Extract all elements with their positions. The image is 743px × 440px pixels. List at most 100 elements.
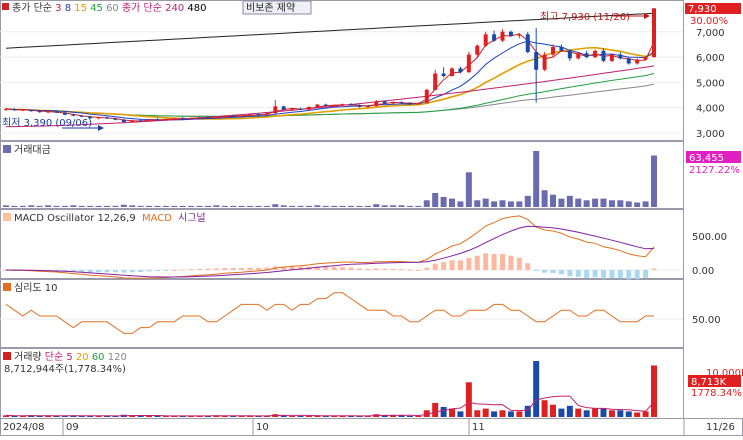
candle-body bbox=[62, 112, 67, 115]
macd-osc-bar bbox=[239, 267, 245, 270]
candle-body bbox=[609, 54, 614, 61]
macd-osc-bar bbox=[533, 270, 539, 271]
candle-body bbox=[113, 118, 118, 120]
macd-osc-bar bbox=[601, 270, 607, 279]
candle-body bbox=[601, 50, 606, 61]
amount-bar bbox=[45, 205, 52, 207]
amount-bar bbox=[70, 205, 77, 207]
amount-bar bbox=[558, 198, 565, 207]
volume-bar bbox=[550, 404, 557, 417]
amount-bar bbox=[474, 200, 481, 207]
candle-body bbox=[315, 104, 320, 107]
candle-body bbox=[306, 106, 311, 110]
macd-osc-bar bbox=[407, 269, 413, 271]
volume-bar bbox=[465, 382, 472, 417]
candle-body bbox=[399, 102, 404, 104]
macd-osc-bar bbox=[525, 263, 531, 270]
amount-bar bbox=[280, 205, 287, 207]
candle-body bbox=[450, 68, 455, 77]
volume-bar bbox=[634, 412, 641, 417]
amount-bar bbox=[398, 205, 405, 207]
amount-bar bbox=[154, 205, 161, 207]
candle-body bbox=[551, 46, 556, 55]
legend-item: 480 bbox=[184, 3, 206, 14]
amount-bar bbox=[423, 200, 430, 207]
volume-bar bbox=[566, 405, 573, 417]
candle-body bbox=[652, 8, 656, 58]
candle-body bbox=[4, 108, 8, 110]
amount-bar bbox=[364, 205, 371, 207]
candle-body bbox=[172, 118, 177, 120]
macd-osc-bar bbox=[331, 266, 337, 270]
candle-body bbox=[239, 115, 244, 117]
amount-bar bbox=[272, 204, 279, 207]
macd-osc-bar bbox=[129, 270, 135, 273]
x-axis: 2024/08 09 10 11 11/26 bbox=[3, 419, 735, 435]
macd-osc-bar bbox=[365, 268, 371, 270]
amount-bar bbox=[297, 205, 304, 207]
legend-item: 60 bbox=[103, 3, 119, 14]
legend-item: 8 bbox=[62, 3, 72, 14]
candle-body bbox=[214, 116, 219, 118]
volume-bar bbox=[600, 408, 607, 417]
candle-body bbox=[466, 54, 471, 73]
volume-bar bbox=[289, 415, 296, 417]
amount-bar bbox=[381, 205, 388, 207]
amount-bar bbox=[348, 205, 355, 207]
price-tick-label: 6,000 bbox=[696, 53, 725, 64]
amount-bar bbox=[482, 198, 489, 207]
amount-bar bbox=[53, 205, 60, 207]
legend-item: 120 bbox=[105, 352, 127, 363]
price-legend: 종가 단순 3 8 15 45 60 종가 단순 240 480 비보존 제약 bbox=[2, 0, 312, 15]
macd-osc-bar bbox=[609, 270, 615, 279]
candle-body bbox=[248, 114, 253, 116]
candle-body bbox=[104, 117, 109, 119]
x-label-last: 11/26 bbox=[706, 422, 735, 433]
macd-osc-bar bbox=[340, 267, 346, 270]
amount-bar bbox=[406, 205, 413, 207]
amount-bar bbox=[238, 205, 245, 207]
volume-ma5-line bbox=[5, 395, 655, 417]
toggle-label[interactable]: 비보존 제약 bbox=[246, 2, 295, 14]
amount-bar bbox=[415, 205, 422, 207]
psy-legend-swatch bbox=[3, 283, 11, 291]
amount-bar bbox=[11, 205, 18, 207]
macd-osc-bar bbox=[441, 262, 447, 270]
amount-bar bbox=[541, 190, 548, 207]
stock-chart[interactable]: 종가 단순 3 8 15 45 60 종가 단순 240 480 비보존 제약 … bbox=[0, 0, 743, 436]
price-tick-label: 7,000 bbox=[696, 28, 725, 39]
macd-osc-bar bbox=[651, 268, 657, 270]
volume-legend-swatch bbox=[3, 352, 11, 360]
amount-bar bbox=[188, 205, 195, 207]
amount-bar bbox=[516, 201, 523, 207]
amount-bar bbox=[575, 198, 582, 207]
volume-bar bbox=[415, 415, 422, 417]
candle-body bbox=[290, 108, 295, 110]
amount-bar bbox=[103, 205, 110, 207]
x-label-10: 10 bbox=[256, 422, 269, 433]
macd-legend-swatch bbox=[3, 213, 11, 221]
macd-series bbox=[0, 215, 683, 280]
amount-bar bbox=[162, 205, 169, 207]
candle-body bbox=[323, 104, 328, 106]
amount-bar bbox=[78, 205, 85, 207]
volume-bar bbox=[541, 400, 548, 417]
macd-osc-bar bbox=[373, 268, 379, 270]
macd-osc-bar bbox=[87, 270, 93, 273]
amount-bar bbox=[524, 195, 531, 207]
amount-bar bbox=[204, 205, 211, 207]
volume-bar bbox=[432, 403, 439, 417]
candle-body bbox=[424, 89, 429, 104]
legend-item: 15 bbox=[71, 3, 87, 14]
price-tick-label: 3,000 bbox=[696, 129, 725, 140]
ma15-line bbox=[5, 46, 655, 120]
candle-body bbox=[298, 108, 303, 110]
legend-item: 종가 단순 240 bbox=[119, 2, 184, 14]
amount-bar bbox=[432, 193, 439, 207]
candle-body bbox=[138, 120, 143, 122]
macd-osc-bar bbox=[592, 270, 598, 278]
amount-bar bbox=[499, 200, 506, 207]
macd-osc-bar bbox=[550, 270, 556, 274]
candle-body bbox=[273, 106, 278, 114]
volume-bar bbox=[297, 415, 304, 417]
